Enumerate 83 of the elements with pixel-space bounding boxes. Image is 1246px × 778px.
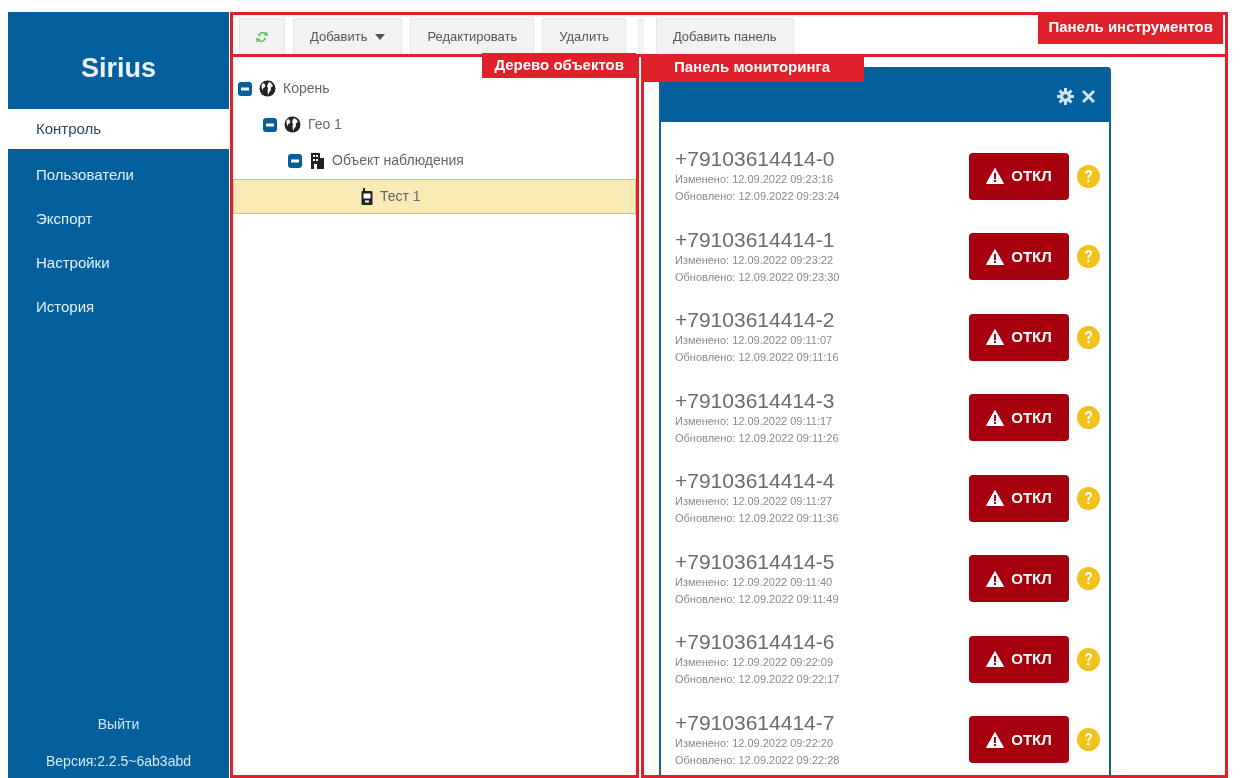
phone-number: +79103614414-5 bbox=[675, 549, 836, 574]
status-button[interactable]: ОТКЛ bbox=[969, 152, 1069, 200]
globe-icon bbox=[284, 116, 301, 133]
help-icon[interactable] bbox=[1077, 647, 1100, 671]
status-button[interactable]: ОТКЛ bbox=[969, 716, 1069, 764]
toolbar-button[interactable]: Удалить bbox=[542, 18, 626, 54]
app-title: Sirius bbox=[80, 52, 157, 85]
help-icon[interactable] bbox=[1077, 245, 1100, 269]
changed-time: Изменено: 12.09.2022 09:22:20 bbox=[675, 735, 835, 751]
phone-number: +79103614414-1 bbox=[675, 227, 836, 252]
warning-icon bbox=[986, 731, 1005, 748]
warning-icon bbox=[986, 168, 1005, 185]
changed-time: Изменено: 12.09.2022 09:11:40 bbox=[675, 574, 834, 590]
status-button[interactable]: ОТКЛ bbox=[969, 233, 1069, 281]
tree-node[interactable]: Объект наблюдения bbox=[233, 143, 636, 178]
updated-time: Обновлено: 12.09.2022 09:11:16 bbox=[675, 350, 839, 366]
changed-time: Изменено: 12.09.2022 09:11:27 bbox=[675, 494, 834, 510]
status-button[interactable]: ОТКЛ bbox=[969, 313, 1069, 361]
node-label: Корень bbox=[283, 79, 330, 98]
help-icon[interactable] bbox=[1077, 406, 1100, 430]
status-button[interactable]: ОТКЛ bbox=[969, 555, 1069, 603]
node-label: Гео 1 bbox=[308, 115, 342, 134]
toolbar-button[interactable]: Добавить панель bbox=[655, 18, 794, 54]
warning-icon bbox=[986, 409, 1005, 426]
tree-node[interactable]: Тест 1 bbox=[233, 179, 636, 214]
help-icon[interactable] bbox=[1077, 164, 1100, 188]
collapse-toggle[interactable] bbox=[238, 81, 252, 96]
annotation-label: Панель мониторинга bbox=[644, 57, 865, 82]
caret-icon bbox=[375, 33, 386, 40]
add-dropdown-button[interactable]: Добавить bbox=[293, 18, 403, 54]
radio-icon bbox=[361, 188, 373, 205]
updated-time: Обновлено: 12.09.2022 09:22:28 bbox=[675, 752, 840, 768]
warning-icon bbox=[986, 329, 1005, 346]
logout-link[interactable]: Выйти bbox=[97, 714, 140, 735]
annotation-label: Панель инструментов bbox=[1038, 15, 1223, 44]
phone-number: +79103614414-4 bbox=[675, 469, 836, 494]
node-label: Тест 1 bbox=[380, 187, 421, 206]
changed-time: Изменено: 12.09.2022 09:22:09 bbox=[675, 655, 835, 671]
nav-item[interactable]: Пользователи bbox=[8, 152, 229, 197]
help-icon[interactable] bbox=[1077, 325, 1100, 349]
status-button[interactable]: ОТКЛ bbox=[969, 394, 1069, 442]
changed-time: Изменено: 12.09.2022 09:23:22 bbox=[675, 252, 835, 268]
help-icon[interactable] bbox=[1077, 728, 1100, 752]
building-icon bbox=[309, 152, 325, 169]
help-icon[interactable] bbox=[1077, 486, 1100, 510]
toolbar-separator bbox=[637, 18, 644, 54]
node-label: Объект наблюдения bbox=[332, 151, 464, 170]
warning-icon bbox=[986, 248, 1005, 265]
status-button[interactable]: ОТКЛ bbox=[969, 635, 1069, 683]
nav-item[interactable]: Экспорт bbox=[8, 196, 229, 241]
version-text: Версия:2.2.5~6ab3abd bbox=[46, 752, 191, 771]
help-icon[interactable] bbox=[1077, 567, 1100, 591]
phone-number: +79103614414-6 bbox=[675, 630, 836, 655]
changed-time: Изменено: 12.09.2022 09:23:16 bbox=[675, 172, 835, 188]
phone-number: +79103614414-7 bbox=[675, 710, 836, 735]
refresh-icon bbox=[256, 29, 268, 44]
annotation-label: Дерево объектов bbox=[482, 53, 636, 78]
collapse-toggle[interactable] bbox=[288, 153, 302, 168]
warning-icon bbox=[986, 651, 1005, 668]
warning-icon bbox=[986, 490, 1005, 507]
phone-number: +79103614414-0 bbox=[675, 147, 836, 172]
updated-time: Обновлено: 12.09.2022 09:11:36 bbox=[675, 511, 839, 527]
updated-time: Обновлено: 12.09.2022 09:23:24 bbox=[675, 189, 840, 205]
updated-time: Обновлено: 12.09.2022 09:11:49 bbox=[675, 591, 839, 607]
updated-time: Обновлено: 12.09.2022 09:22:17 bbox=[675, 672, 840, 688]
status-button[interactable]: ОТКЛ bbox=[969, 474, 1069, 522]
collapse-toggle[interactable] bbox=[263, 117, 277, 132]
tree-node[interactable]: Гео 1 bbox=[233, 107, 636, 142]
changed-time: Изменено: 12.09.2022 09:11:07 bbox=[675, 333, 834, 349]
phone-number: +79103614414-2 bbox=[675, 308, 836, 333]
close-icon[interactable] bbox=[1082, 90, 1095, 103]
warning-icon bbox=[986, 570, 1005, 587]
nav-item[interactable]: Контроль bbox=[8, 108, 229, 149]
globe-icon bbox=[259, 80, 276, 97]
changed-time: Изменено: 12.09.2022 09:11:17 bbox=[675, 413, 834, 429]
refresh-button[interactable] bbox=[239, 18, 285, 54]
nav-item[interactable]: Настройки bbox=[8, 240, 229, 285]
settings-icon[interactable] bbox=[1057, 88, 1074, 105]
updated-time: Обновлено: 12.09.2022 09:11:26 bbox=[675, 430, 839, 446]
updated-time: Обновлено: 12.09.2022 09:23:30 bbox=[675, 269, 840, 285]
toolbar-button[interactable]: Редактировать bbox=[410, 18, 535, 54]
nav-item[interactable]: История bbox=[8, 284, 229, 329]
phone-number: +79103614414-3 bbox=[675, 388, 836, 413]
